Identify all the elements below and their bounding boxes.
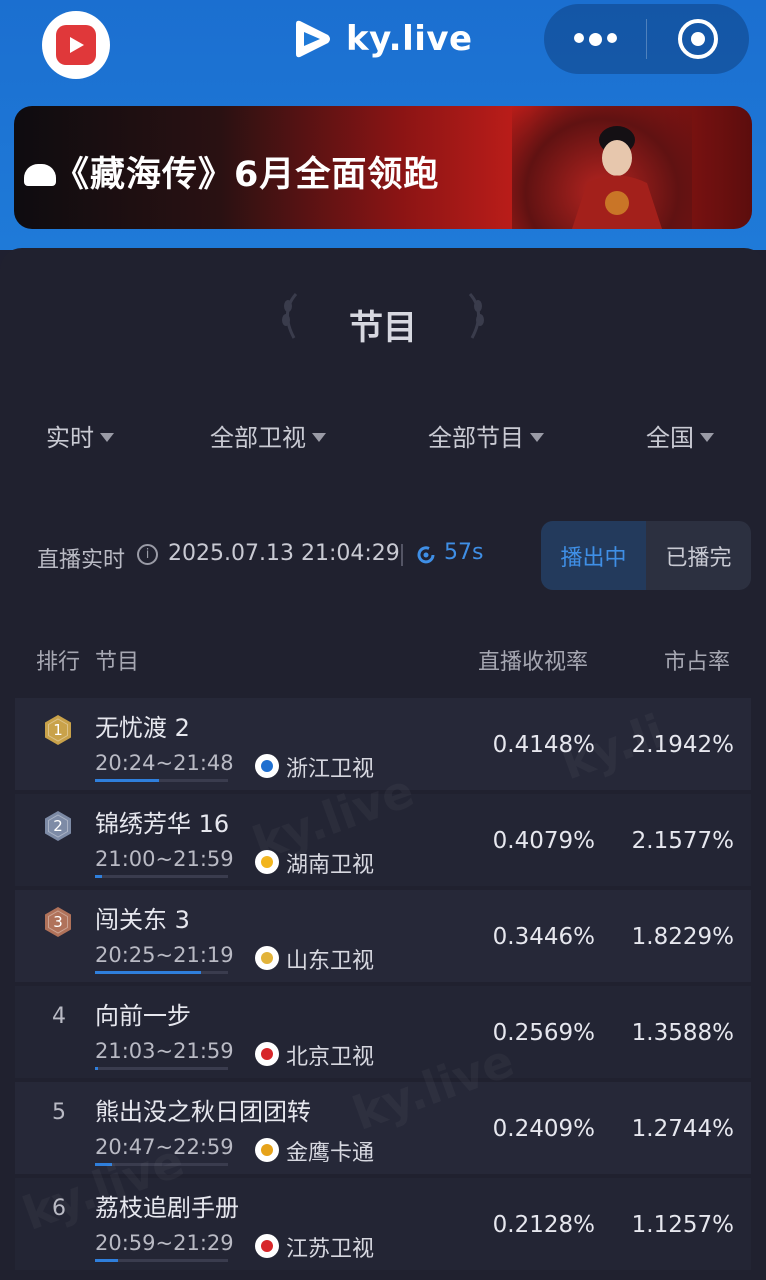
program-time: 20:24~21:48	[95, 751, 234, 775]
rank-number: 1	[53, 721, 63, 739]
banner-text: 《藏海传》6月全面领跑	[54, 155, 440, 195]
channel-name: 北京卫视	[286, 1045, 375, 1070]
more-dots-icon[interactable]	[544, 4, 646, 74]
rank-medal-icon: 2	[43, 810, 73, 842]
rating-value: 0.3446%	[492, 924, 595, 950]
time-progress-bar	[95, 1259, 228, 1262]
divider	[401, 544, 403, 566]
channel-name: 江苏卫视	[286, 1237, 375, 1262]
chevron-down-icon	[312, 432, 326, 442]
table-row[interactable]: 4 向前一步 21:03~21:59 北京卫视 0.2569% 1.3588%	[15, 986, 751, 1078]
filter-label: 全部节目	[428, 424, 524, 452]
filter-channels[interactable]: 全部卫视	[210, 418, 326, 453]
share-value: 2.1577%	[631, 828, 734, 854]
broadcast-toggle: 播出中 已播完	[541, 521, 751, 590]
rank-medal-icon: 1	[43, 714, 73, 746]
rank-number: 4	[52, 1004, 66, 1029]
target-circle-icon[interactable]	[647, 4, 749, 74]
rating-value: 0.4079%	[492, 828, 595, 854]
mini-program-capsule	[544, 4, 749, 74]
program-time: 20:25~21:19	[95, 943, 234, 967]
filter-label: 全国	[646, 424, 694, 452]
program-name: 无忧渡 2	[95, 714, 190, 742]
rank-medal-icon: 3	[43, 906, 73, 938]
header-share[interactable]: 市占率	[664, 644, 730, 676]
program-name: 熊出没之秋日团团转	[95, 1098, 311, 1126]
info-icon[interactable]: i	[137, 544, 158, 565]
tab-on-air[interactable]: 播出中	[541, 521, 646, 590]
share-value: 1.1257%	[631, 1212, 734, 1238]
share-value: 1.3588%	[631, 1020, 734, 1046]
filter-label: 全部卫视	[210, 424, 306, 452]
rank-number: 2	[53, 817, 63, 835]
table-row[interactable]: 3 闯关东 3 20:25~21:19 山东卫视 0.3446% 1.8229%	[15, 890, 751, 982]
program-name: 闯关东 3	[95, 906, 190, 934]
filter-programs[interactable]: 全部节目	[428, 418, 544, 453]
rating-value: 0.2569%	[492, 1020, 595, 1046]
program-name: 锦绣芳华 16	[95, 810, 230, 838]
channel-name: 金鹰卡通	[286, 1141, 375, 1166]
rank-number: 3	[53, 913, 63, 931]
banner-figure-image	[572, 126, 662, 229]
filter-region[interactable]: 全国	[646, 418, 714, 453]
status-row: 直播实时 i 2025.07.13 21:04:29 57s 播出中 已播完	[0, 520, 766, 590]
program-name: 向前一步	[95, 1002, 191, 1030]
channel-logo-icon	[255, 946, 279, 970]
rating-value: 0.2409%	[492, 1116, 595, 1142]
channel-logo-icon	[255, 1234, 279, 1258]
brand-logo: ky.live	[290, 12, 473, 66]
tab-finished[interactable]: 已播完	[646, 521, 751, 590]
rating-value: 0.2128%	[492, 1212, 595, 1238]
share-value: 1.8229%	[631, 924, 734, 950]
header-rating[interactable]: 直播收视率	[478, 644, 588, 676]
time-progress-bar	[95, 779, 228, 782]
filter-label: 实时	[46, 424, 94, 452]
channel-logo-icon	[255, 1042, 279, 1066]
program-time: 21:03~21:59	[95, 1039, 234, 1063]
panel-title: 节目	[349, 308, 417, 348]
channel-name: 山东卫视	[286, 949, 375, 974]
rank-number: 5	[52, 1100, 66, 1125]
time-progress-bar	[95, 1067, 228, 1070]
channel-logo-icon	[255, 1138, 279, 1162]
header-program: 节目	[95, 650, 140, 675]
promo-banner[interactable]: 《藏海传》6月全面领跑	[14, 106, 752, 229]
program-time: 20:59~21:29	[95, 1231, 234, 1255]
program-time: 21:00~21:59	[95, 847, 234, 871]
brand-mark-icon	[296, 20, 330, 58]
brand-name: ky.live	[346, 19, 473, 59]
play-logo-icon[interactable]	[42, 11, 110, 79]
chevron-down-icon	[700, 432, 714, 442]
channel-logo-icon	[255, 754, 279, 778]
header-rank: 排行	[36, 650, 81, 675]
live-label: 直播实时	[37, 548, 126, 573]
refresh-icon[interactable]	[415, 544, 437, 566]
table-header: 排行 节目 直播收视率 市占率	[0, 644, 766, 676]
live-datetime: 2025.07.13 21:04:29	[168, 541, 400, 566]
time-progress-bar	[95, 875, 228, 878]
filter-bar: 实时 全部卫视 全部节目 全国	[0, 418, 766, 454]
time-progress-bar	[95, 971, 228, 974]
chevron-down-icon	[530, 432, 544, 442]
chevron-down-icon	[100, 432, 114, 442]
share-value: 1.2744%	[631, 1116, 734, 1142]
filter-realtime[interactable]: 实时	[46, 418, 114, 453]
refresh-countdown: 57s	[444, 540, 484, 565]
